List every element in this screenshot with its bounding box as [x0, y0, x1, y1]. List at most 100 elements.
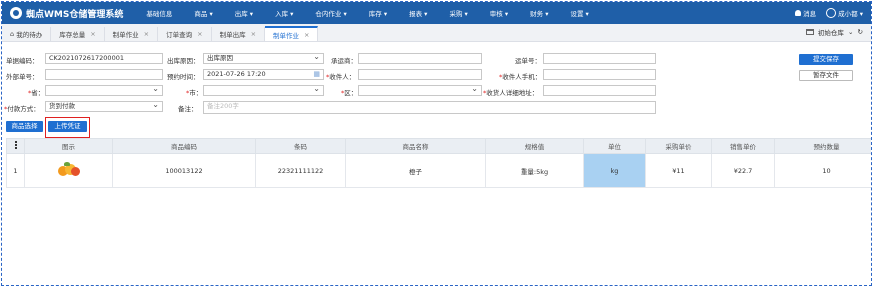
appoint-time-input[interactable]: 2021-07-26 17:20: [203, 69, 324, 80]
warehouse-icon: [805, 29, 814, 35]
payment-select[interactable]: 货到付款: [45, 101, 163, 112]
tab-label: 制单作业: [112, 31, 139, 39]
menu-item-label: 设置: [570, 10, 584, 18]
column-header: 采购单价: [645, 138, 712, 154]
province-label: *省：: [28, 89, 45, 97]
column-header: 规格值: [485, 138, 584, 154]
appoint-time-value: 2021-07-26 17:20: [207, 70, 266, 78]
reason-label: 出库原因：: [167, 57, 200, 65]
app-title: 蜘点WMS仓储管理系统: [26, 9, 124, 20]
product-image-cell: [24, 153, 113, 188]
tab-order-entry-1[interactable]: 制单作业 ×: [105, 27, 159, 41]
order-no-label: 单据编码：: [6, 57, 39, 65]
appoint-time-label: 预约时间：: [167, 73, 200, 81]
district-select[interactable]: [358, 85, 482, 96]
user-name[interactable]: 成小都 ▾: [838, 8, 863, 18]
receiver-phone-label: *收件人手机：: [499, 73, 542, 81]
reason-select[interactable]: 出库原因: [203, 53, 324, 64]
column-header: 单位: [583, 138, 646, 154]
menu-item-label: 库存: [368, 10, 382, 18]
province-label-text: 省：: [31, 89, 45, 97]
menu-item-purchase[interactable]: 采购 ▾: [438, 8, 478, 18]
reason-select-value: 出库原因: [207, 54, 233, 62]
menu-item-label: 采购: [449, 10, 463, 18]
menu-item-inbound[interactable]: 入库 ▾: [264, 8, 304, 18]
menu-item-product[interactable]: 商品 ▾: [183, 8, 223, 18]
column-header: 条码: [255, 138, 346, 154]
warehouse-selector[interactable]: 初始仓库 ⌄ ↻: [805, 27, 863, 37]
app-logo[interactable]: 蜘点WMS仓储管理系统: [10, 7, 123, 20]
purchase-price: ¥11: [645, 153, 712, 188]
remark-textarea[interactable]: 备注200字: [203, 101, 656, 114]
tab-my-todo[interactable]: ⌂ 我的待办: [2, 27, 52, 41]
tab-label: 订单查询: [166, 31, 193, 39]
main-menu: 基础信息 商品 ▾ 出库 ▾ 入库 ▾ 仓内作业 ▾ 库存 ▾ 报表 ▾ 采购 ▾ 审核 ▾ 财务…: [135, 8, 599, 18]
close-icon[interactable]: ×: [197, 30, 202, 38]
menu-item-settings[interactable]: 设置 ▾: [559, 8, 599, 18]
bell-icon[interactable]: [795, 10, 802, 16]
messages-link[interactable]: 消息: [803, 8, 816, 18]
tracking-input[interactable]: [543, 53, 656, 64]
tracking-label: 运单号：: [515, 57, 541, 65]
receiver-phone-label-text: 收件人手机：: [502, 73, 542, 81]
chevron-down-icon[interactable]: ⌄: [844, 28, 858, 36]
app-window: 蜘点WMS仓储管理系统 基础信息 商品 ▾ 出库 ▾ 入库 ▾ 仓内作业 ▾ 库存 ▾ 报表…: [1, 1, 872, 286]
address-input[interactable]: [543, 85, 656, 96]
city-label-text: 市：: [189, 89, 203, 97]
menu-item-warehouse-ops[interactable]: 仓内作业 ▾: [304, 8, 357, 18]
orange-product-image: [56, 161, 82, 178]
menu-item-finance[interactable]: 财务 ▾: [519, 8, 559, 18]
user-name-label: 成小都: [838, 10, 858, 18]
user-avatar-icon[interactable]: [826, 8, 837, 18]
receiver-phone-input[interactable]: [543, 69, 656, 80]
product-name: 橙子: [345, 153, 486, 188]
close-icon[interactable]: ×: [304, 31, 309, 39]
receiver-label-text: 收件人：: [329, 73, 356, 81]
unit-cell[interactable]: kg: [583, 153, 646, 188]
highlight-outline: [45, 117, 90, 138]
select-product-button[interactable]: 商品选择: [6, 121, 43, 132]
appointment-qty[interactable]: 10: [774, 153, 871, 188]
tab-order-outbound[interactable]: 制单出库 ×: [212, 27, 266, 41]
tab-order-query[interactable]: 订单查询 ×: [158, 27, 212, 41]
menu-item-outbound[interactable]: 出库 ▾: [224, 8, 264, 18]
column-header: 商品名称: [345, 138, 486, 154]
district-label: *区：: [341, 89, 358, 97]
menu-item-reports[interactable]: 报表 ▾: [398, 8, 438, 18]
menu-item-inventory[interactable]: 库存 ▾: [358, 8, 398, 18]
table-row[interactable]: 1 100013122 22321111122 橙子 重量:5kg kg ¥11…: [6, 153, 871, 188]
address-label: *收货人详细地址：: [483, 89, 539, 97]
submit-save-button[interactable]: 提交保存: [799, 54, 853, 65]
external-no-input[interactable]: [45, 69, 163, 80]
receiver-input[interactable]: [358, 69, 482, 80]
close-icon[interactable]: ×: [251, 30, 256, 38]
tab-order-entry-active[interactable]: 制单作业 ×: [265, 26, 319, 41]
spec-value: 重量:5kg: [485, 153, 584, 188]
table-header-row: 图示 商品编码 条码 商品名称 规格值 单位 采购单价 销售单价 预约数量 备注: [6, 138, 871, 154]
tab-label: 制单作业: [273, 31, 300, 40]
page-tab-bar: ⌂ 我的待办 库存总量 × 制单作业 × 订单查询 × 制单出库 × 制单作业 × 初始仓…: [2, 24, 871, 42]
tab-inventory-total[interactable]: 库存总量 ×: [51, 27, 105, 41]
province-select[interactable]: [45, 85, 163, 96]
save-draft-button[interactable]: 暂存文件: [799, 70, 853, 81]
address-label-text: 收货人详细地址：: [486, 89, 539, 97]
remark-label: 备注：: [178, 105, 198, 113]
menu-item-basic-info[interactable]: 基础信息: [135, 8, 183, 18]
payment-label: *付款方式：: [4, 105, 40, 113]
close-icon[interactable]: ×: [90, 30, 95, 38]
menu-item-label: 仓内作业: [315, 10, 342, 18]
barcode: 22321111122: [255, 153, 346, 188]
row-index: 1: [6, 153, 25, 188]
close-icon[interactable]: ×: [144, 30, 149, 38]
city-label: *市：: [186, 89, 203, 97]
city-select[interactable]: [203, 85, 324, 96]
menu-item-audit[interactable]: 审核 ▾: [479, 8, 519, 18]
column-settings-handle[interactable]: [6, 138, 25, 154]
warehouse-label: 初始仓库: [817, 29, 844, 37]
carrier-input[interactable]: [358, 53, 482, 64]
order-no-input[interactable]: CK2021072617200001: [45, 53, 163, 64]
payment-label-text: 付款方式：: [7, 105, 40, 113]
product-table: 图示 商品编码 条码 商品名称 规格值 单位 采购单价 销售单价 预约数量 备注…: [6, 138, 871, 188]
refresh-icon[interactable]: ↻: [858, 28, 863, 36]
carrier-label: 承运商：: [331, 57, 357, 65]
